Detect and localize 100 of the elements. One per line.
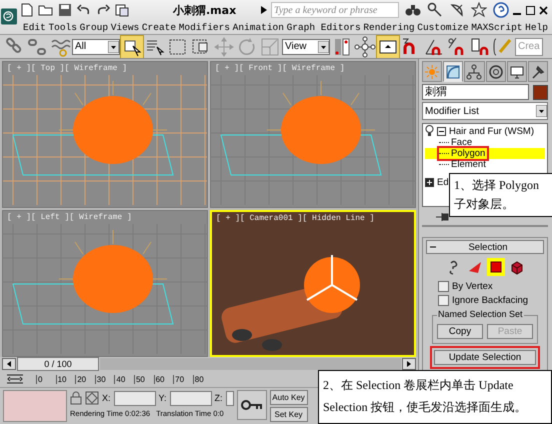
lock-icon[interactable] bbox=[70, 391, 82, 405]
key-icon[interactable] bbox=[427, 2, 443, 18]
menu-item[interactable]: Edit bbox=[23, 22, 46, 32]
checkbox[interactable] bbox=[438, 280, 449, 292]
display-monitor-icon bbox=[508, 64, 525, 80]
polygon-square-icon bbox=[488, 259, 504, 275]
sub-object-label: Face bbox=[451, 137, 472, 148]
coordinate-field[interactable] bbox=[170, 390, 212, 406]
panel-tab[interactable] bbox=[464, 61, 485, 82]
modifier-stack-item[interactable]: Ed bbox=[437, 176, 449, 188]
binoculars-icon[interactable] bbox=[405, 2, 421, 18]
help-icon[interactable] bbox=[493, 2, 509, 18]
modifier-list-dropdown[interactable]: Modifier List bbox=[422, 102, 548, 120]
next-frame-icon[interactable] bbox=[402, 358, 416, 370]
set-key-button[interactable]: Set Key bbox=[270, 407, 308, 422]
dropdown[interactable]: All bbox=[72, 38, 120, 54]
hammer-icon bbox=[530, 64, 546, 80]
auto-key-button[interactable]: Auto Key bbox=[270, 390, 308, 405]
object-name-field[interactable]: 刺猬 bbox=[422, 84, 529, 100]
tick-label: 10 bbox=[56, 374, 76, 384]
modifier-stack-item[interactable]: Hair and Fur (WSM) bbox=[449, 126, 534, 136]
pin-icon[interactable] bbox=[436, 212, 450, 222]
dropdown-arrow-icon bbox=[108, 40, 119, 52]
tick-label: 40 bbox=[114, 374, 134, 384]
sub-object-label: Polygon bbox=[451, 148, 486, 159]
callout-note: 1、选择 Polygon 子对象层。 bbox=[449, 173, 552, 217]
script-listener-field[interactable] bbox=[3, 390, 67, 422]
star-icon[interactable] bbox=[471, 2, 487, 18]
project-folder-icon[interactable] bbox=[114, 2, 130, 18]
collapse-minus-icon bbox=[430, 244, 436, 250]
axis-label: X: bbox=[102, 393, 111, 403]
tick-label: 70 bbox=[173, 374, 193, 384]
update-selection-button[interactable]: Update Selection bbox=[434, 350, 536, 365]
rollout-header[interactable]: Selection bbox=[426, 240, 544, 254]
viewport[interactable]: [ + ][ Camera001 ][ Hidden Line ] bbox=[210, 210, 416, 357]
search-field[interactable]: Type a keyword or phrase bbox=[271, 2, 399, 18]
menu-item[interactable]: Views bbox=[110, 22, 140, 32]
dropdown-arrow-icon bbox=[536, 105, 547, 117]
window-title: 小刺猬.max bbox=[173, 2, 238, 18]
create-sun-icon bbox=[424, 64, 440, 80]
spinner-snap-icon[interactable] bbox=[469, 36, 491, 58]
menu-item[interactable]: Help bbox=[525, 22, 548, 32]
select-object-icon[interactable] bbox=[121, 36, 143, 58]
dropdown-arrow-icon bbox=[318, 40, 329, 52]
object-color-swatch[interactable] bbox=[533, 84, 548, 100]
sub-object-level[interactable]: Element bbox=[425, 159, 545, 170]
panel-tab[interactable] bbox=[506, 61, 527, 82]
time-slider-thumb[interactable]: 0 / 100 bbox=[17, 357, 99, 371]
panel-tab[interactable] bbox=[528, 61, 548, 82]
dropdown[interactable]: View bbox=[282, 38, 330, 54]
key-icon bbox=[240, 400, 263, 410]
sub-object-label: Element bbox=[451, 159, 486, 170]
menu-item[interactable]: MAXScript bbox=[471, 22, 523, 32]
group-title: Named Selection Set bbox=[437, 309, 524, 319]
menu-item[interactable]: Tools bbox=[48, 22, 77, 32]
axis-label: Z: bbox=[214, 393, 223, 403]
sub-object-level[interactable]: Polygon bbox=[425, 148, 545, 159]
hierarchy-icon bbox=[466, 64, 482, 80]
axis-label: Y: bbox=[158, 393, 167, 403]
group-button[interactable]: Copy bbox=[437, 324, 483, 339]
motion-circle-icon bbox=[488, 64, 504, 80]
menu-item[interactable]: Group bbox=[80, 22, 108, 32]
satellite-icon[interactable] bbox=[449, 2, 465, 18]
absolute-mode-icon[interactable] bbox=[85, 391, 99, 405]
panel-tab[interactable] bbox=[486, 61, 506, 82]
tick-label: 0 bbox=[36, 374, 56, 384]
coordinate-field[interactable] bbox=[114, 390, 156, 406]
menu-item[interactable]: Rendering bbox=[363, 22, 415, 32]
menu-item[interactable]: Customize bbox=[417, 22, 469, 32]
previous-frame-icon[interactable] bbox=[2, 358, 16, 370]
menu-item[interactable]: Graph Editors bbox=[286, 22, 361, 32]
close-icon[interactable] bbox=[539, 6, 548, 14]
tick-label: 30 bbox=[94, 374, 114, 384]
menu-item[interactable]: Modifiers bbox=[178, 22, 230, 32]
time-configuration-icon[interactable] bbox=[6, 373, 24, 385]
collapse-icon[interactable] bbox=[437, 126, 446, 136]
modify-curve-icon bbox=[445, 64, 462, 80]
set-keys-button[interactable] bbox=[236, 390, 267, 420]
lightbulb-icon[interactable] bbox=[425, 125, 434, 137]
coordinate-field[interactable] bbox=[226, 390, 234, 406]
checkbox[interactable] bbox=[438, 294, 449, 306]
tick-label: 50 bbox=[134, 374, 154, 384]
edit-named-selection-icon[interactable] bbox=[492, 36, 514, 58]
element-cube-icon bbox=[508, 259, 524, 275]
callout-note: 2、在 Selection 卷展栏内单击 Update Selection 按钮，使毛发沿选择面生成。 bbox=[318, 370, 552, 424]
menu-item[interactable]: Create bbox=[142, 22, 176, 32]
sub-object-level[interactable]: Face bbox=[425, 137, 545, 148]
tick-label: 60 bbox=[154, 374, 174, 384]
sub-object-button[interactable] bbox=[486, 258, 504, 276]
tick-label: 20 bbox=[75, 374, 95, 384]
checkbox-label: By Vertex bbox=[452, 280, 493, 292]
expand-icon[interactable] bbox=[425, 178, 434, 186]
viewport-label[interactable]: [ + ][ Camera001 ][ Hidden Line ] bbox=[212, 212, 378, 225]
manipulate-icon[interactable] bbox=[354, 36, 376, 58]
new-file-icon[interactable] bbox=[19, 2, 35, 18]
maximize-icon[interactable] bbox=[526, 6, 535, 14]
tick-label: 80 bbox=[192, 374, 212, 384]
play-arrow-icon bbox=[261, 6, 267, 14]
save-icon[interactable] bbox=[57, 2, 73, 18]
menu-item[interactable]: Animation bbox=[232, 22, 284, 32]
